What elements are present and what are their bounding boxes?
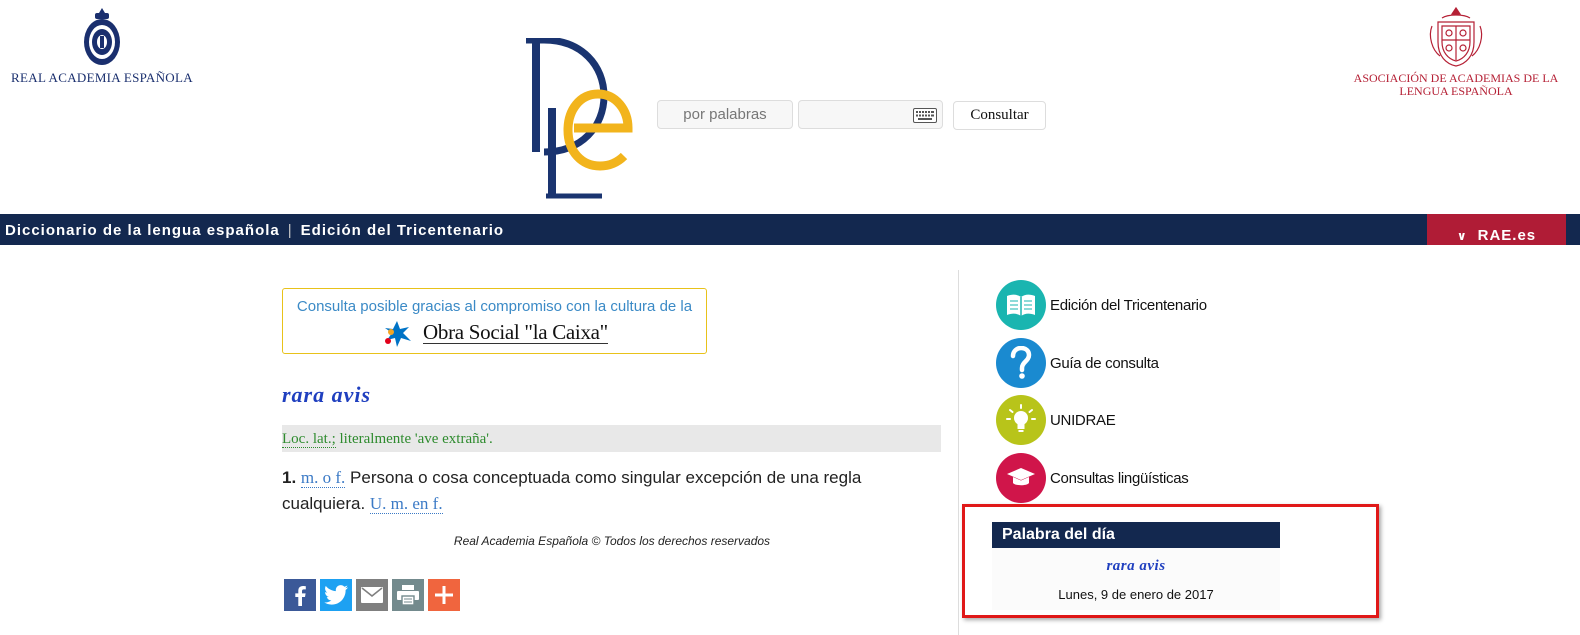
etymology: Loc. lat.; literalmente 'ave extraña'. (282, 425, 941, 452)
consultar-button[interactable]: Consultar (953, 101, 1046, 130)
word-of-day-title: Palabra del día (992, 522, 1280, 548)
more-share-button[interactable] (428, 579, 460, 611)
usage-note-link[interactable]: U. m. en f. (369, 494, 443, 514)
etymology-abbr[interactable]: Loc. lat.; (282, 431, 336, 448)
keyboard-icon[interactable] (913, 108, 937, 123)
edition-title[interactable]: Edición del Tricentenario (301, 222, 504, 239)
menu-item-guia-consulta[interactable]: Guía de consulta (996, 338, 1326, 388)
menu-label: Edición del Tricentenario (1050, 296, 1207, 314)
definition-text: Persona o cosa conceptuada como singular… (282, 468, 862, 513)
navbar-separator: | (287, 222, 293, 239)
facebook-button[interactable] (284, 579, 316, 611)
plus-icon (435, 586, 453, 604)
rae-es-label: RAE.es (1477, 227, 1537, 244)
email-icon (361, 587, 383, 603)
sponsor-brand-name: Obra Social "la Caixa" (423, 320, 608, 344)
copyright: Real Academia Española © Todos los derec… (453, 534, 771, 548)
menu-item-edicion-tricentenario[interactable]: Edición del Tricentenario (996, 280, 1326, 330)
twitter-icon (324, 585, 348, 605)
question-icon (996, 338, 1046, 388)
etymology-text: literalmente 'ave extraña'. (335, 431, 493, 447)
email-button[interactable] (356, 579, 388, 611)
facebook-icon (295, 586, 306, 606)
asale-logo[interactable]: ASOCIACIÓN DE ACADEMIAS DE LA LENGUA ESP… (1352, 6, 1560, 98)
rae-es-link[interactable]: ∨ RAE.es (1427, 214, 1566, 245)
share-bar (284, 579, 460, 611)
grammar-category-link[interactable]: m. o f. (300, 468, 346, 488)
word-of-day-word[interactable]: rara avis (992, 558, 1280, 575)
search-mode-select[interactable]: por palabras (657, 100, 793, 129)
definition: 1. m. o f. Persona o cosa conceptuada co… (282, 465, 922, 517)
sidebar-divider (958, 270, 959, 635)
sponsor-text: Consulta posible gracias al compromiso c… (296, 298, 693, 315)
menu-item-unidrae[interactable]: UNIDRAE (996, 395, 1326, 445)
menu-label: UNIDRAE (1050, 411, 1116, 429)
rae-crest-icon (84, 8, 120, 65)
dle-logo-icon (526, 36, 633, 199)
sponsor-banner[interactable]: Consulta posible gracias al compromiso c… (282, 288, 707, 354)
header: REAL ACADEMIA ESPAÑOLA por palabras Cons… (0, 0, 1580, 214)
asale-crest-icon (1429, 6, 1483, 67)
navbar: Diccionario de la lengua española | Edició… (0, 214, 1580, 245)
rae-logo[interactable]: REAL ACADEMIA ESPAÑOLA (4, 6, 200, 86)
graduation-cap-icon (996, 453, 1046, 503)
entry-headword: rara avis (282, 382, 372, 407)
word-of-day-date: Lunes, 9 de enero de 2017 (1058, 587, 1214, 602)
menu-item-consultas-linguisticas[interactable]: Consultas lingüísticas (996, 453, 1326, 503)
book-icon (996, 280, 1046, 330)
print-button[interactable] (392, 579, 424, 611)
menu-label: Consultas lingüísticas (1050, 469, 1189, 487)
dle-logo[interactable] (516, 36, 636, 200)
asale-label: ASOCIACIÓN DE ACADEMIAS DE LA LENGUA ESP… (1353, 71, 1559, 98)
menu-label: Guía de consulta (1050, 354, 1159, 372)
navbar-title: Diccionario de la lengua española | Edició… (5, 222, 504, 239)
definition-number: 1. (282, 468, 297, 487)
twitter-button[interactable] (320, 579, 352, 611)
rae-label: REAL ACADEMIA ESPAÑOLA (11, 70, 193, 85)
sponsor-brand: Obra Social "la Caixa" (283, 319, 706, 347)
caixa-star-icon (385, 321, 412, 347)
dictionary-title[interactable]: Diccionario de la lengua española (5, 222, 280, 239)
print-icon (397, 585, 419, 605)
lightbulb-icon (996, 395, 1046, 445)
word-of-day-panel[interactable]: Palabra del día rara avis Lunes, 9 de en… (992, 522, 1280, 610)
chevron-down-icon: ∨ (1456, 229, 1468, 243)
